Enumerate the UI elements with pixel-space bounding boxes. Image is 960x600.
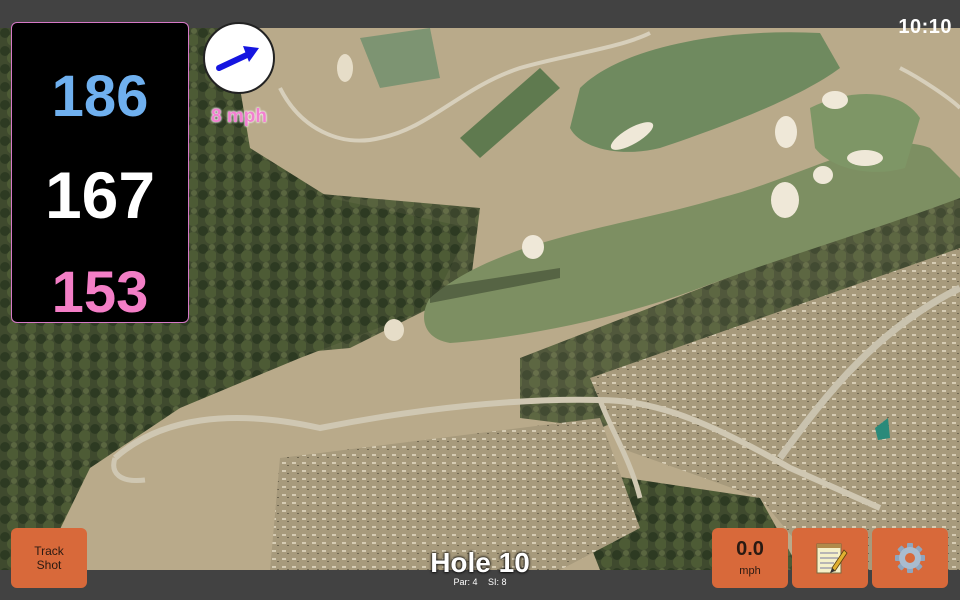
hole-stroke-index: SI: 8 — [488, 577, 507, 587]
settings-button[interactable] — [872, 528, 948, 588]
back-distance: 186 — [51, 64, 149, 129]
clock-time: 10:10 — [898, 16, 952, 38]
wind-direction-indicator — [203, 22, 275, 94]
notes-button[interactable] — [792, 528, 868, 588]
wind-arrow-icon — [216, 46, 259, 71]
notepad-icon — [816, 543, 848, 574]
front-distance: 153 — [51, 260, 149, 325]
track-shot-label-line1: Track — [34, 544, 64, 558]
track-shot-label-line2: Shot — [36, 558, 62, 572]
wind-speed-label: 8 mph — [211, 106, 267, 127]
hole-title: Hole 10 — [430, 547, 530, 578]
center-distance: 167 — [44, 158, 156, 232]
distance-panel: 186 167 153 — [11, 22, 189, 325]
hole-par: Par: 4 — [453, 577, 478, 587]
hole-info: Par: 4 SI: 8 — [380, 577, 580, 587]
gear-icon — [895, 543, 925, 573]
speed-button[interactable]: 0.0 mph — [712, 528, 788, 588]
track-shot-button[interactable]: Track Shot — [11, 528, 87, 588]
speed-value: 0.0 — [736, 538, 764, 560]
speed-unit: mph — [739, 565, 761, 577]
